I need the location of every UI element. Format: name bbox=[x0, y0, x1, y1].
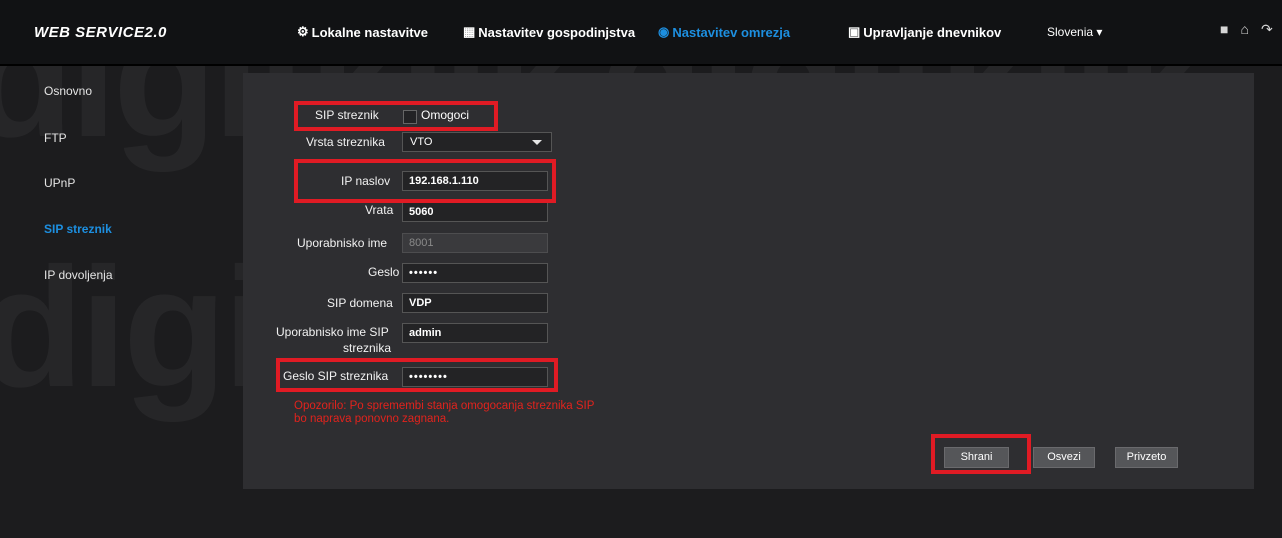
warning-line-1: Opozorilo: Po spremembi stanja omogocanj… bbox=[294, 400, 595, 412]
server-type-value: VTO bbox=[410, 136, 433, 148]
username-input: 8001 bbox=[402, 233, 548, 253]
username-label: Uporabnisko ime bbox=[297, 236, 388, 250]
sidebar-item-ip-permissions[interactable]: IP dovoljenja bbox=[44, 268, 113, 282]
sip-enable-label: Omogoci bbox=[421, 108, 470, 122]
language-value: Slovenia bbox=[1047, 25, 1094, 39]
nav-label: Nastavitev gospodinjstva bbox=[478, 24, 636, 40]
globe-icon: ◉ bbox=[658, 24, 670, 39]
sip-server-label: SIP streznik bbox=[315, 108, 379, 122]
logout-icon[interactable]: ↷ bbox=[1261, 21, 1273, 38]
nav-label: Nastavitev omrezja bbox=[672, 24, 791, 40]
gear-icon: ⚙ bbox=[297, 24, 309, 39]
top-navigation-bar: WEB SERVICE2.0 ⚙ Lokalne nastavitve ▦ Na… bbox=[0, 0, 1282, 66]
nav-log-management[interactable]: ▣ Upravljanje dnevnikov bbox=[848, 24, 1001, 40]
nav-network-settings[interactable]: ◉ Nastavitev omrezja bbox=[658, 24, 790, 40]
sidebar-item-ftp[interactable]: FTP bbox=[44, 131, 67, 145]
server-type-label: Vrsta streznika bbox=[306, 135, 385, 149]
sip-server-password-input[interactable]: •••••••• bbox=[402, 367, 548, 387]
ip-address-label: IP naslov bbox=[341, 174, 391, 188]
chevron-down-icon: ▾ bbox=[1096, 25, 1103, 39]
ip-address-input[interactable]: 192.168.1.110 bbox=[402, 171, 548, 191]
building-icon: ▦ bbox=[463, 24, 476, 39]
default-button[interactable]: Privzeto bbox=[1115, 447, 1178, 468]
log-icon: ▣ bbox=[848, 24, 861, 39]
sidebar-item-basic[interactable]: Osnovno bbox=[44, 84, 92, 98]
warning-line-2: bo naprava ponovno zagnana. bbox=[294, 413, 450, 425]
nav-local-settings[interactable]: ⚙ Lokalne nastavitve bbox=[297, 24, 428, 40]
sip-server-username-label-line1: Uporabnisko ime SIP bbox=[276, 325, 389, 339]
sip-enable-checkbox[interactable] bbox=[403, 110, 417, 124]
app-logo: WEB SERVICE2.0 bbox=[34, 24, 167, 41]
sip-server-username-label-line2: streznika bbox=[343, 341, 392, 355]
password-input[interactable]: •••••• bbox=[402, 263, 548, 283]
chevron-down-icon bbox=[532, 140, 542, 145]
nav-label: Upravljanje dnevnikov bbox=[863, 24, 1002, 40]
save-button[interactable]: Shrani bbox=[944, 447, 1009, 468]
nav-household-settings[interactable]: ▦ Nastavitev gospodinjstva bbox=[463, 24, 635, 40]
refresh-button[interactable]: Osvezi bbox=[1033, 447, 1095, 468]
sidebar-item-sip-server[interactable]: SIP streznik bbox=[44, 222, 112, 236]
sip-server-username-input[interactable]: admin bbox=[402, 323, 548, 343]
nav-label: Lokalne nastavitve bbox=[311, 24, 428, 40]
port-input[interactable]: 5060 bbox=[402, 202, 548, 222]
sidebar: Osnovno FTP UPnP SIP streznik IP dovolje… bbox=[0, 64, 240, 538]
sidebar-item-upnp[interactable]: UPnP bbox=[44, 176, 75, 190]
top-icon-group: ■ ⌂ ↷ bbox=[1220, 21, 1273, 38]
port-label: Vrata bbox=[365, 203, 394, 217]
sip-domain-input[interactable]: VDP bbox=[402, 293, 548, 313]
home-icon[interactable]: ⌂ bbox=[1240, 21, 1248, 38]
language-select[interactable]: Slovenia ▾ bbox=[1047, 25, 1102, 39]
password-label: Geslo bbox=[368, 265, 400, 279]
server-type-select[interactable]: VTO bbox=[402, 132, 552, 152]
sip-server-password-label: Geslo SIP streznika bbox=[283, 369, 389, 383]
restart-warning: Opozorilo: Po spremembi stanja omogocanj… bbox=[294, 400, 654, 426]
sip-domain-label: SIP domena bbox=[327, 296, 393, 310]
user-icon[interactable]: ■ bbox=[1220, 21, 1228, 38]
sip-settings-panel: SIP streznik Omogoci Vrsta streznika VTO… bbox=[243, 73, 1254, 489]
